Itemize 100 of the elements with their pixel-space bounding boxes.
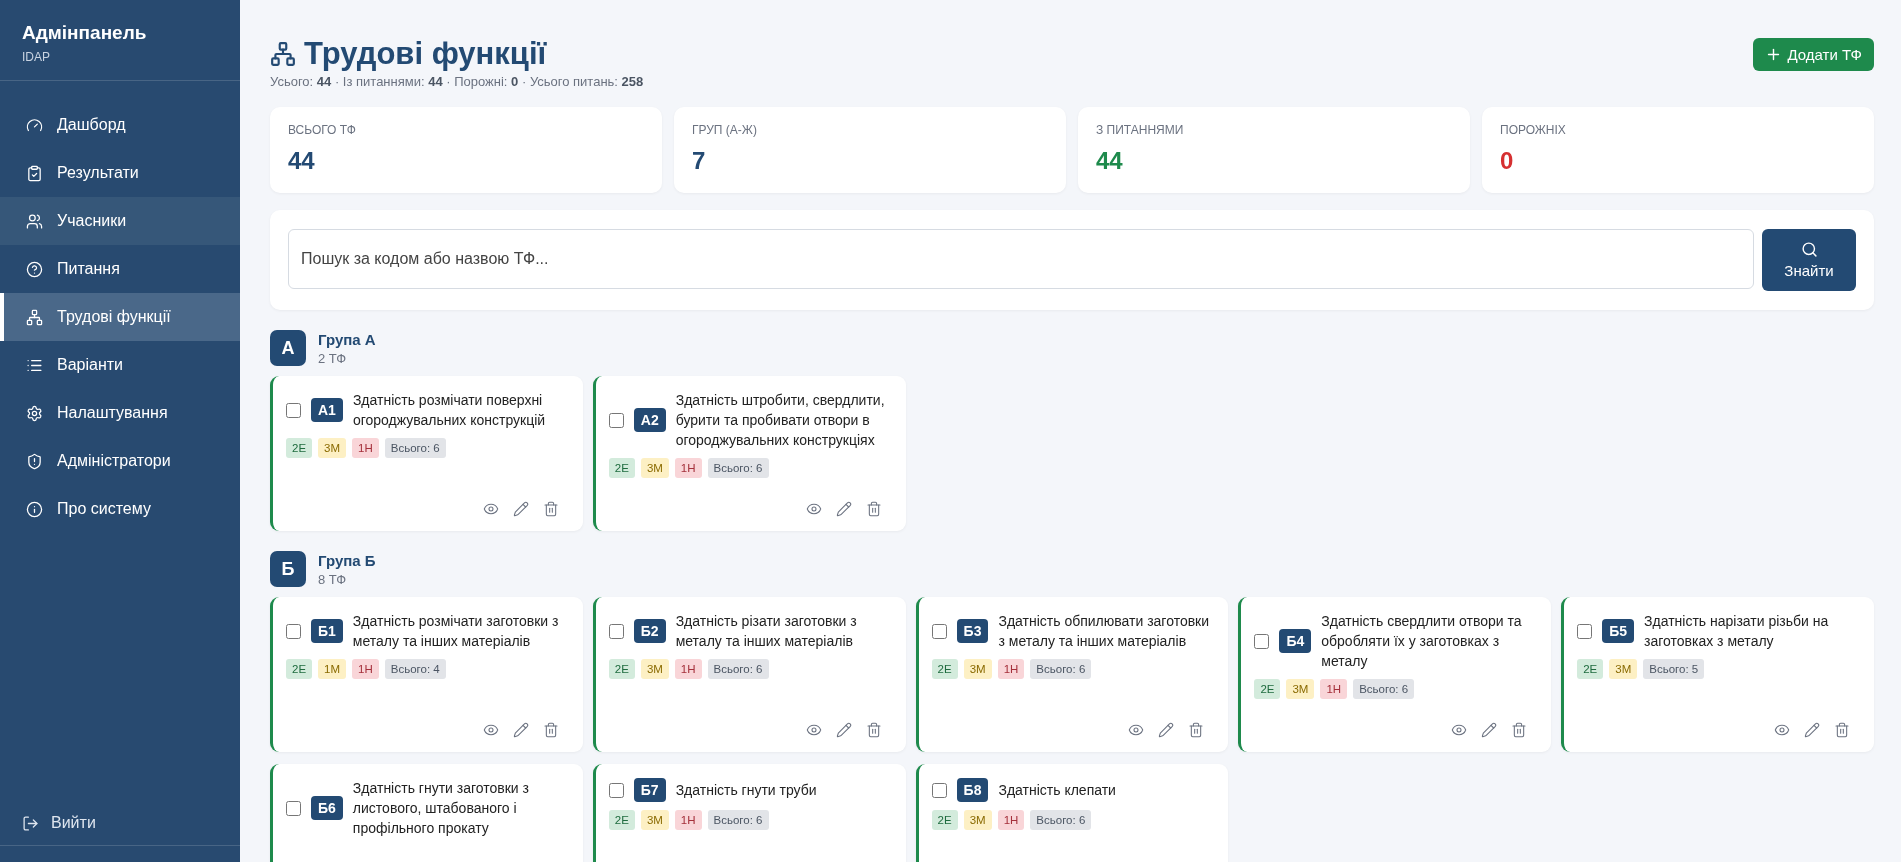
select-checkbox[interactable] bbox=[1254, 633, 1270, 649]
function-title: Здатність гнути заготовки з листового, штабованого і профільного прокату bbox=[352, 779, 530, 838]
function-code: Б8 bbox=[956, 778, 989, 802]
function-title: Здатність розмічати поверхні огороджувальних конструкцій bbox=[352, 391, 547, 430]
stat-value: 44 bbox=[1096, 147, 1124, 175]
add-button[interactable]: Додати ТФ bbox=[1753, 38, 1874, 71]
total-tag: Всього: 6 bbox=[384, 438, 446, 458]
delete-icon[interactable] bbox=[542, 722, 559, 738]
view-icon[interactable] bbox=[1774, 722, 1790, 738]
view-icon[interactable] bbox=[805, 722, 822, 738]
view-icon[interactable] bbox=[805, 501, 822, 517]
total-tag: Всього: 6 bbox=[1030, 659, 1092, 679]
function-code: Б1 bbox=[311, 619, 343, 643]
nav-item[interactable]: Результати bbox=[0, 149, 240, 197]
nav-item[interactable]: Налаштування bbox=[0, 389, 240, 437]
nav-item[interactable]: Варіанти bbox=[0, 341, 240, 389]
nav-item[interactable]: Адміністратори bbox=[0, 437, 240, 485]
delete-icon[interactable] bbox=[865, 501, 882, 517]
edit-icon[interactable] bbox=[835, 501, 852, 517]
level-tag: 1Н bbox=[1320, 679, 1348, 699]
group-letter: Б bbox=[270, 551, 306, 587]
select-checkbox[interactable] bbox=[931, 782, 947, 798]
level-tag: 1Н bbox=[997, 810, 1025, 830]
delete-icon[interactable] bbox=[1511, 722, 1528, 738]
stat-value: 44 bbox=[288, 147, 316, 175]
level-tag: 2Е bbox=[286, 659, 313, 679]
function-code: А1 bbox=[311, 398, 343, 422]
edit-icon[interactable] bbox=[1158, 722, 1175, 738]
function-title: Здатність штробити, свердлити, бурити та пробивати отвори в огороджувальних конструкціях bbox=[675, 391, 886, 450]
level-tag: 2Е bbox=[608, 659, 635, 679]
function-title: Здатність розмічати заготовки з металу та інших матеріалів bbox=[352, 612, 560, 651]
level-tag: 3М bbox=[640, 810, 669, 830]
level-tag: 3М bbox=[318, 438, 347, 458]
select-checkbox[interactable] bbox=[931, 623, 947, 639]
level-tag: 1М bbox=[318, 659, 347, 679]
level-tag: 3М bbox=[963, 659, 992, 679]
function-title: Здатність обпилювати заготовки з металу та інших матеріалів bbox=[998, 612, 1211, 651]
function-title: Здатність свердлити отвори та обробляти їх у заготовках з металу bbox=[1321, 612, 1523, 671]
level-tag: 2Е bbox=[286, 438, 313, 458]
select-checkbox[interactable] bbox=[286, 800, 301, 816]
page-title: Трудові функції bbox=[304, 36, 547, 72]
level-tag: 1Н bbox=[352, 438, 379, 458]
total-tag: Всього: 5 bbox=[1643, 659, 1705, 679]
app-title: Адмінпанель bbox=[22, 22, 148, 44]
total-tag: Всього: 6 bbox=[1353, 679, 1415, 699]
app-subtitle: IDAP bbox=[22, 50, 51, 64]
level-tag: 3М bbox=[640, 659, 669, 679]
nav-item[interactable]: Питання bbox=[0, 245, 240, 293]
users-icon bbox=[26, 212, 43, 230]
summary-text: Усього: 44 · Із питаннями: 44 · Порожні: 0 · Усього питань: 258 bbox=[270, 74, 644, 89]
total-tag: Всього: 6 bbox=[707, 458, 769, 478]
function-code: Б6 bbox=[311, 796, 343, 820]
nav-item[interactable]: Учасники bbox=[0, 197, 240, 245]
select-checkbox[interactable] bbox=[608, 623, 624, 639]
function-code: Б7 bbox=[633, 778, 666, 802]
level-tag: 2Е bbox=[931, 659, 958, 679]
nav-item[interactable]: Про систему bbox=[0, 485, 240, 533]
nav-item[interactable]: Трудові функції bbox=[0, 293, 240, 341]
select-checkbox[interactable] bbox=[1577, 623, 1593, 639]
select-checkbox[interactable] bbox=[286, 623, 301, 639]
edit-icon[interactable] bbox=[1804, 722, 1820, 738]
settings-icon bbox=[26, 404, 43, 422]
stat-label: З ПИТАННЯМИ bbox=[1096, 123, 1185, 137]
level-tag: 3М bbox=[1609, 659, 1638, 679]
stat-label: ПОРОЖНІХ bbox=[1500, 123, 1567, 137]
view-icon[interactable] bbox=[482, 722, 499, 738]
delete-icon[interactable] bbox=[1188, 722, 1205, 738]
search-button[interactable]: Знайти bbox=[1762, 229, 1856, 291]
hierarchy-icon bbox=[270, 41, 296, 67]
edit-icon[interactable] bbox=[512, 501, 529, 517]
select-checkbox[interactable] bbox=[608, 782, 624, 798]
select-checkbox[interactable] bbox=[608, 412, 624, 428]
edit-icon[interactable] bbox=[512, 722, 529, 738]
level-tag: 2Е bbox=[608, 458, 635, 478]
function-code: Б5 bbox=[1602, 619, 1635, 643]
delete-icon[interactable] bbox=[865, 722, 882, 738]
delete-icon[interactable] bbox=[1834, 722, 1850, 738]
info-icon bbox=[26, 500, 43, 518]
view-icon[interactable] bbox=[1451, 722, 1468, 738]
shield-icon bbox=[26, 452, 43, 470]
search-field[interactable]: Пошук за кодом або назвою ТФ... bbox=[288, 229, 1754, 289]
stat-value: 0 bbox=[1500, 147, 1515, 175]
help-icon bbox=[26, 260, 43, 278]
level-tag: 3М bbox=[1286, 679, 1315, 699]
level-tag: 1Н bbox=[674, 458, 702, 478]
level-tag: 1Н bbox=[674, 659, 702, 679]
logout-link[interactable]: Вийти bbox=[0, 801, 240, 846]
group-title: Група А bbox=[318, 330, 376, 348]
total-tag: Всього: 6 bbox=[707, 659, 769, 679]
function-code: Б2 bbox=[633, 619, 666, 643]
select-checkbox[interactable] bbox=[286, 402, 301, 418]
view-icon[interactable] bbox=[1128, 722, 1145, 738]
level-tag: 2Е bbox=[608, 810, 635, 830]
search-icon bbox=[1800, 241, 1818, 258]
delete-icon[interactable] bbox=[542, 501, 559, 517]
nav-item[interactable]: Дашборд bbox=[0, 101, 240, 149]
edit-icon[interactable] bbox=[1481, 722, 1498, 738]
view-icon[interactable] bbox=[482, 501, 499, 517]
level-tag: 3М bbox=[640, 458, 669, 478]
edit-icon[interactable] bbox=[835, 722, 852, 738]
